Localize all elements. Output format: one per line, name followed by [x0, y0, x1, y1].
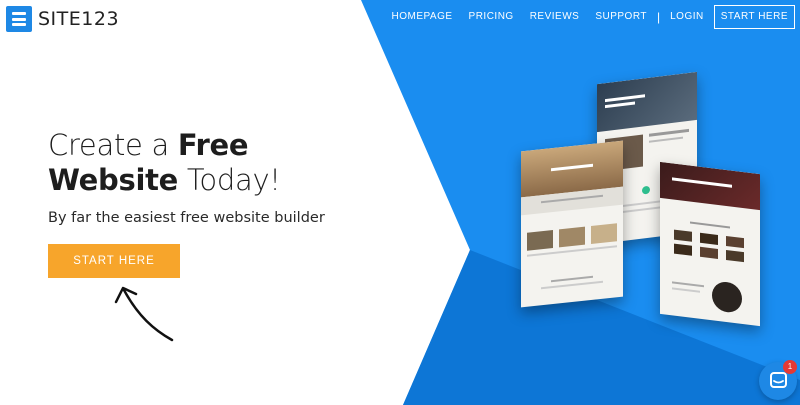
nav-homepage[interactable]: HOMEPAGE: [383, 5, 460, 29]
headline-part-1: Create a: [48, 128, 178, 162]
hero-headline: Create a Free Website Today!: [48, 128, 281, 198]
headline-part-2: Today!: [178, 163, 281, 197]
nav-start-here-button[interactable]: START HERE: [713, 5, 795, 29]
headline-bold-2: Website: [48, 163, 179, 197]
logo-text: SITE123: [38, 8, 120, 30]
start-here-button[interactable]: START HERE: [48, 244, 180, 278]
nav-pricing[interactable]: PRICING: [461, 5, 522, 29]
template-preview-2: [521, 140, 623, 308]
site-logo[interactable]: SITE123: [6, 6, 119, 32]
logo-icon: [6, 6, 32, 32]
nav-separator: |: [657, 10, 661, 24]
nav-reviews[interactable]: REVIEWS: [522, 5, 588, 29]
headline-bold-1: Free: [177, 128, 249, 162]
chat-notification-badge: 1: [783, 360, 797, 374]
hero-subheadline: By far the easiest free website builder: [48, 210, 325, 226]
nav-support[interactable]: SUPPORT: [587, 5, 655, 29]
top-nav: HOMEPAGE PRICING REVIEWS SUPPORT | LOGIN…: [383, 5, 795, 29]
nav-login[interactable]: LOGIN: [662, 5, 712, 29]
arrow-icon: [114, 286, 174, 342]
template-preview-3: [660, 161, 760, 327]
